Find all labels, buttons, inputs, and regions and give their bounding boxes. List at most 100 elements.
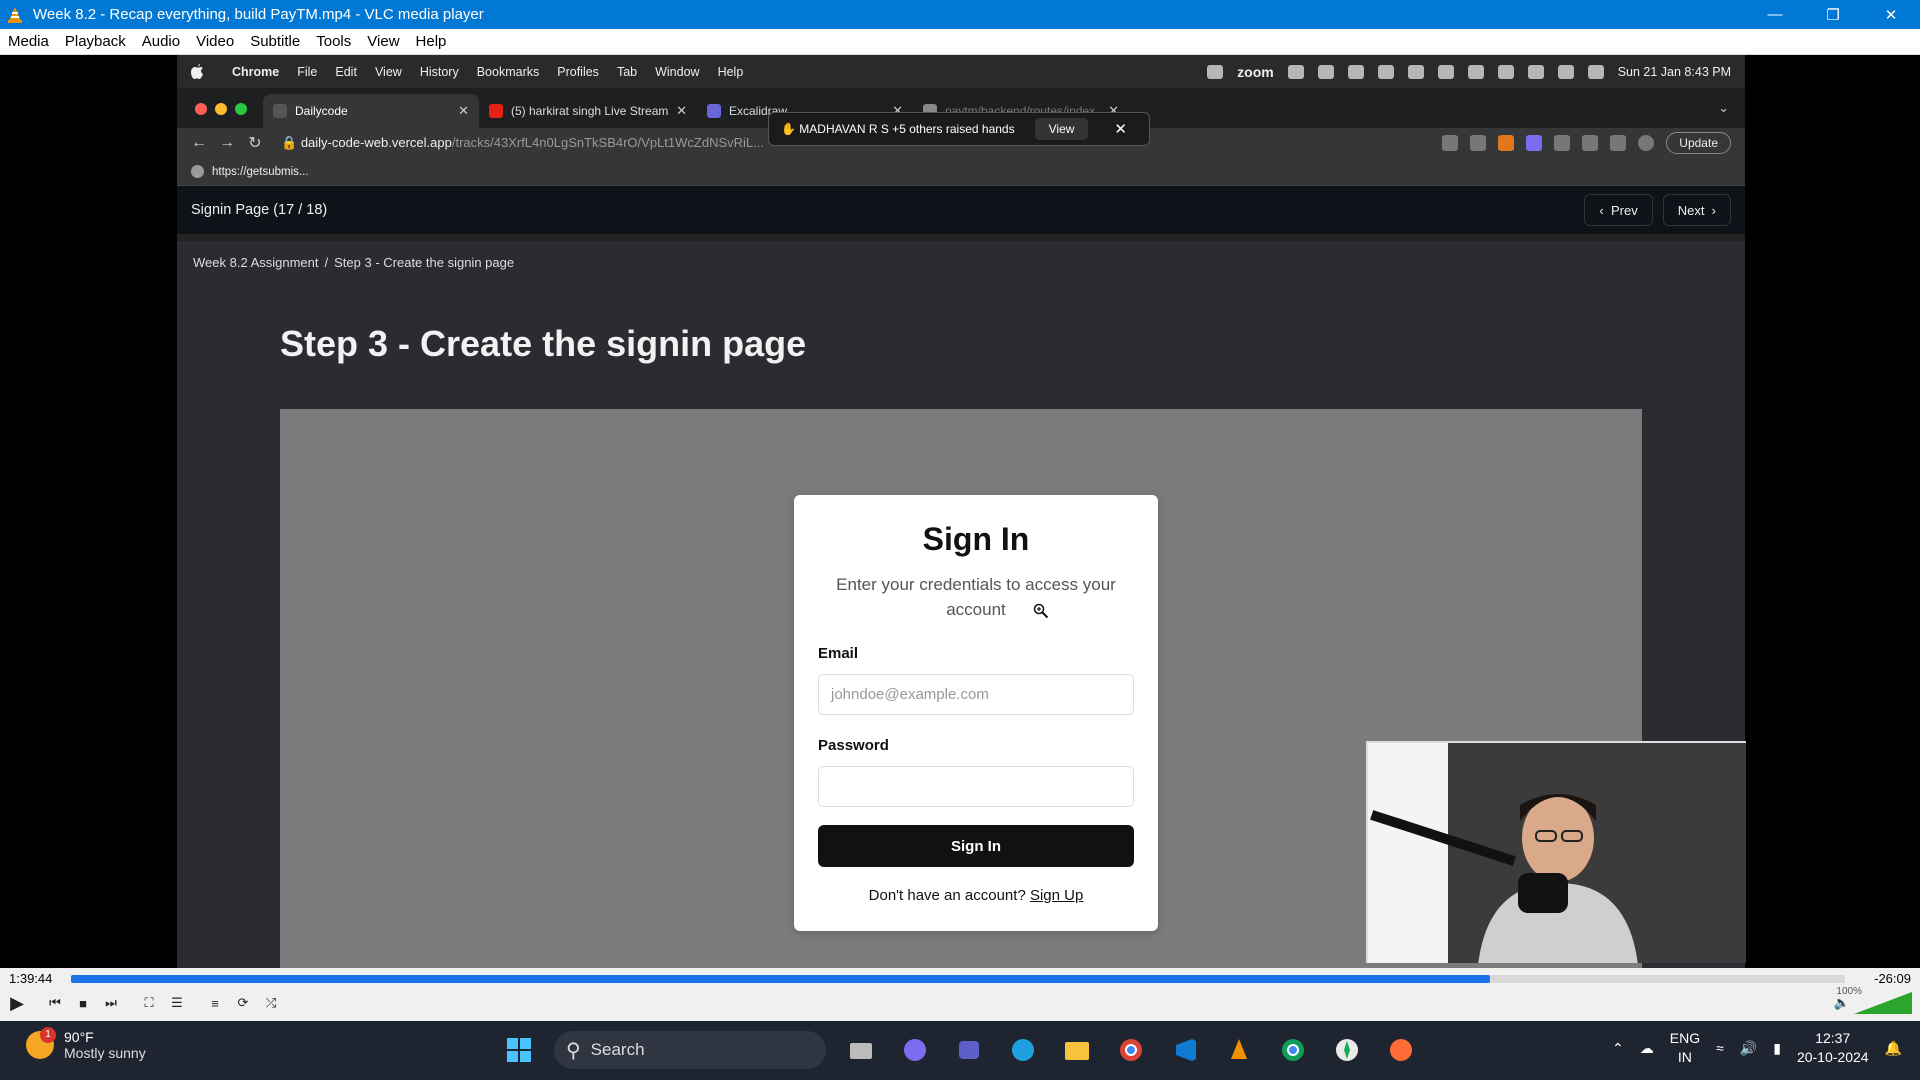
mac-menu-profiles[interactable]: Profiles: [548, 65, 608, 79]
password-field[interactable]: [818, 766, 1134, 807]
mac-menu-bookmarks[interactable]: Bookmarks: [468, 65, 549, 79]
url-field[interactable]: 🔒 daily-code-web.vercel.app/tracks/43Xrf…: [281, 135, 764, 151]
tab-dailycode[interactable]: Dailycode ✕: [263, 94, 479, 128]
reload-icon[interactable]: ↻: [241, 133, 269, 153]
status-icon[interactable]: [1287, 64, 1304, 79]
video-area[interactable]: Chrome File Edit View History Bookmarks …: [0, 55, 1920, 968]
vlc-taskbar-icon[interactable]: [1220, 1031, 1258, 1069]
view-button[interactable]: View: [1034, 118, 1089, 140]
zoom-status-label[interactable]: zoom: [1237, 64, 1274, 80]
tab-close-icon[interactable]: ✕: [676, 103, 687, 119]
next-icon[interactable]: ⏭: [100, 992, 122, 1014]
battery-icon[interactable]: [1467, 64, 1484, 79]
minimize-dot-icon[interactable]: [215, 103, 227, 115]
menu-subtitle[interactable]: Subtitle: [242, 33, 308, 50]
shuffle-icon[interactable]: ⤮: [260, 992, 282, 1014]
zoom-dot-icon[interactable]: [235, 103, 247, 115]
vscode-icon[interactable]: [1166, 1031, 1204, 1069]
volume-icon[interactable]: 🔊: [1740, 1040, 1757, 1057]
mac-menu-help[interactable]: Help: [709, 65, 753, 79]
notification-bell-icon[interactable]: 🔔: [1885, 1040, 1902, 1057]
control-center-icon[interactable]: [1557, 64, 1574, 79]
tab-list-chevron-icon[interactable]: ⌄: [1718, 100, 1729, 116]
breadcrumb-item[interactable]: Step 3 - Create the signin page: [334, 255, 514, 270]
play-icon[interactable]: ▶: [6, 992, 28, 1014]
speaker-icon[interactable]: 🔈: [1834, 995, 1850, 1011]
weather-widget[interactable]: 1 90°F Mostly sunny: [26, 1027, 146, 1061]
siri-icon[interactable]: [1587, 64, 1604, 79]
mac-menu-history[interactable]: History: [411, 65, 468, 79]
menu-tools[interactable]: Tools: [308, 33, 359, 50]
copilot-icon[interactable]: [896, 1031, 934, 1069]
volume-control[interactable]: 100% 🔈: [1834, 986, 1912, 1014]
profile-avatar[interactable]: [1638, 135, 1655, 151]
status-icon[interactable]: [1377, 64, 1394, 79]
mac-menu-file[interactable]: File: [288, 65, 326, 79]
previous-icon[interactable]: ⏮: [44, 992, 66, 1014]
seek-bar[interactable]: [71, 975, 1845, 983]
mac-menu-edit[interactable]: Edit: [326, 65, 366, 79]
chrome-profile-icon[interactable]: [1274, 1031, 1312, 1069]
close-button[interactable]: ✕: [1862, 0, 1920, 29]
mac-clock[interactable]: Sun 21 Jan 8:43 PM: [1618, 65, 1731, 79]
edge-icon[interactable]: [1004, 1031, 1042, 1069]
volume-slider[interactable]: [1854, 992, 1912, 1014]
tab-live-stream[interactable]: (5) harkirat singh Live Stream ✕: [479, 94, 697, 128]
reading-list-icon[interactable]: [1582, 135, 1599, 151]
update-button[interactable]: Update: [1666, 132, 1731, 154]
mac-menu-tab[interactable]: Tab: [608, 65, 646, 79]
stop-icon[interactable]: ■: [72, 992, 94, 1014]
taskbar-search[interactable]: ⚲ Search: [554, 1031, 826, 1069]
minimize-button[interactable]: —: [1746, 0, 1804, 29]
email-field[interactable]: johndoe@example.com: [818, 674, 1134, 715]
status-icon[interactable]: [1407, 64, 1424, 79]
extension-icon[interactable]: [1526, 135, 1543, 151]
extended-settings-icon[interactable]: ☰: [166, 992, 188, 1014]
share-icon[interactable]: [1442, 135, 1459, 151]
teams-icon[interactable]: [950, 1031, 988, 1069]
task-view-icon[interactable]: [842, 1031, 880, 1069]
battery-icon[interactable]: ▮: [1773, 1040, 1781, 1057]
app-icon[interactable]: [1328, 1031, 1366, 1069]
menu-view[interactable]: View: [359, 33, 407, 50]
chevron-up-icon[interactable]: ⌃: [1612, 1040, 1624, 1057]
moon-icon[interactable]: [1437, 64, 1454, 79]
system-clock[interactable]: 12:37 20-10-2024: [1797, 1029, 1869, 1067]
mac-menu-chrome[interactable]: Chrome: [223, 65, 288, 79]
close-icon[interactable]: ✕: [1114, 120, 1127, 138]
onedrive-icon[interactable]: ☁: [1640, 1040, 1654, 1057]
loop-icon[interactable]: ⟳: [232, 992, 254, 1014]
breadcrumb-item[interactable]: Week 8.2 Assignment: [193, 255, 319, 270]
playlist-icon[interactable]: ≡: [204, 992, 226, 1014]
restore-button[interactable]: ❐: [1804, 0, 1862, 29]
close-dot-icon[interactable]: [195, 103, 207, 115]
side-panel-icon[interactable]: [1610, 135, 1627, 151]
back-icon[interactable]: ←: [185, 134, 213, 152]
status-icon[interactable]: [1347, 64, 1364, 79]
language-indicator[interactable]: ENG IN: [1670, 1029, 1700, 1067]
tab-close-icon[interactable]: ✕: [458, 103, 469, 119]
signup-link[interactable]: Sign Up: [1030, 887, 1083, 904]
status-icon[interactable]: [1317, 64, 1334, 79]
wifi-icon[interactable]: ≈: [1716, 1040, 1724, 1056]
remaining-time[interactable]: -26:09: [1874, 971, 1911, 986]
fullscreen-icon[interactable]: ⛶: [138, 992, 160, 1014]
puzzle-icon[interactable]: [1554, 135, 1571, 151]
next-button[interactable]: Next ›: [1662, 194, 1731, 226]
menu-audio[interactable]: Audio: [134, 33, 188, 50]
bookmark-star-icon[interactable]: [1470, 135, 1487, 151]
menu-help[interactable]: Help: [408, 33, 455, 50]
windows-start-icon[interactable]: [500, 1031, 538, 1069]
wifi-icon[interactable]: [1497, 64, 1514, 79]
status-icon[interactable]: [1207, 64, 1224, 79]
forward-icon[interactable]: →: [213, 134, 241, 152]
mac-menu-window[interactable]: Window: [646, 65, 708, 79]
bookmark-item[interactable]: https://getsubmis...: [212, 166, 309, 178]
signin-button[interactable]: Sign In: [818, 825, 1134, 867]
menu-video[interactable]: Video: [188, 33, 242, 50]
menu-media[interactable]: Media: [0, 33, 57, 50]
metamask-icon[interactable]: [1498, 135, 1515, 151]
app-icon[interactable]: [1382, 1031, 1420, 1069]
file-explorer-icon[interactable]: [1058, 1031, 1096, 1069]
mac-menu-view[interactable]: View: [366, 65, 411, 79]
